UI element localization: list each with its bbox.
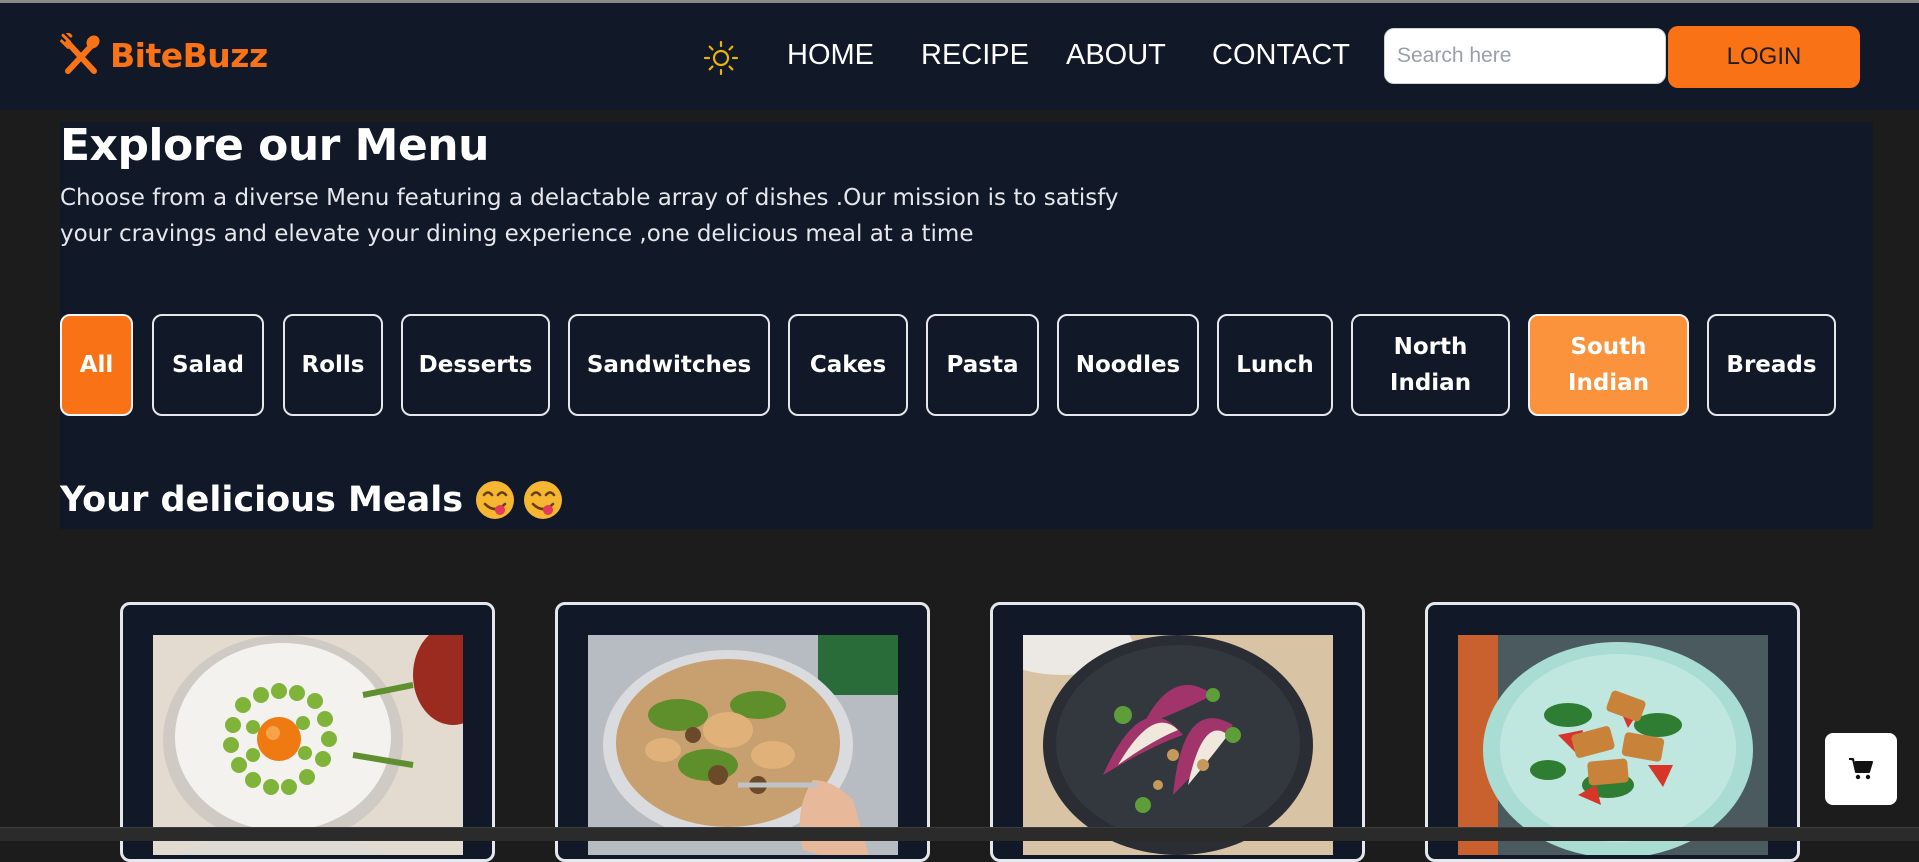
category-north-indian[interactable]: North Indian	[1351, 314, 1510, 416]
meal-card[interactable]	[120, 602, 495, 862]
brand-name: BiteBuzz	[110, 35, 268, 75]
yum-face-icon	[476, 481, 515, 519]
category-all[interactable]: All	[60, 314, 133, 416]
category-desserts[interactable]: Desserts	[401, 314, 550, 416]
category-salad[interactable]: Salad	[152, 314, 264, 416]
meal-card[interactable]	[555, 602, 930, 862]
meal-card[interactable]	[990, 602, 1365, 862]
category-lunch[interactable]: Lunch	[1217, 314, 1333, 416]
fork-knife-icon	[60, 33, 100, 74]
grilled-halloumi-salad-image	[1458, 635, 1768, 855]
category-rolls[interactable]: Rolls	[283, 314, 383, 416]
sun-icon[interactable]	[702, 39, 740, 77]
search-input[interactable]	[1384, 28, 1666, 84]
menu-description: Choose from a diverse Menu featuring a d…	[60, 185, 1119, 247]
navbar: BiteBuzz HOME RECIPE ABOUT CONTACT LOGIN	[0, 3, 1919, 110]
category-sandwitches[interactable]: Sandwitches	[568, 314, 770, 416]
endive-walnut-salad-image	[1023, 635, 1333, 855]
category-noodles[interactable]: Noodles	[1057, 314, 1199, 416]
nav-recipe[interactable]: RECIPE	[921, 39, 1029, 72]
salad-bowl-fork-image	[588, 635, 898, 855]
nav-about[interactable]: ABOUT	[1066, 39, 1166, 72]
category-breads[interactable]: Breads	[1707, 314, 1836, 416]
yum-face-icon	[524, 481, 563, 519]
brand-logo[interactable]: BiteBuzz	[60, 33, 268, 77]
meal-card[interactable]	[1425, 602, 1800, 862]
cart-icon	[1849, 758, 1873, 780]
category-pasta[interactable]: Pasta	[926, 314, 1039, 416]
category-cakes[interactable]: Cakes	[788, 314, 908, 416]
category-south-indian[interactable]: South Indian	[1528, 314, 1689, 416]
meals-heading: Your delicious Meals	[60, 480, 563, 520]
page-title: Explore our Menu	[60, 120, 489, 171]
login-button[interactable]: LOGIN	[1668, 26, 1860, 88]
asparagus-egg-plate-image	[153, 635, 463, 855]
meals-heading-text: Your delicious Meals	[60, 480, 464, 520]
taskbar-edge	[0, 827, 1919, 841]
nav-home[interactable]: HOME	[787, 39, 874, 72]
cart-button[interactable]	[1825, 733, 1897, 805]
nav-contact[interactable]: CONTACT	[1212, 39, 1350, 72]
